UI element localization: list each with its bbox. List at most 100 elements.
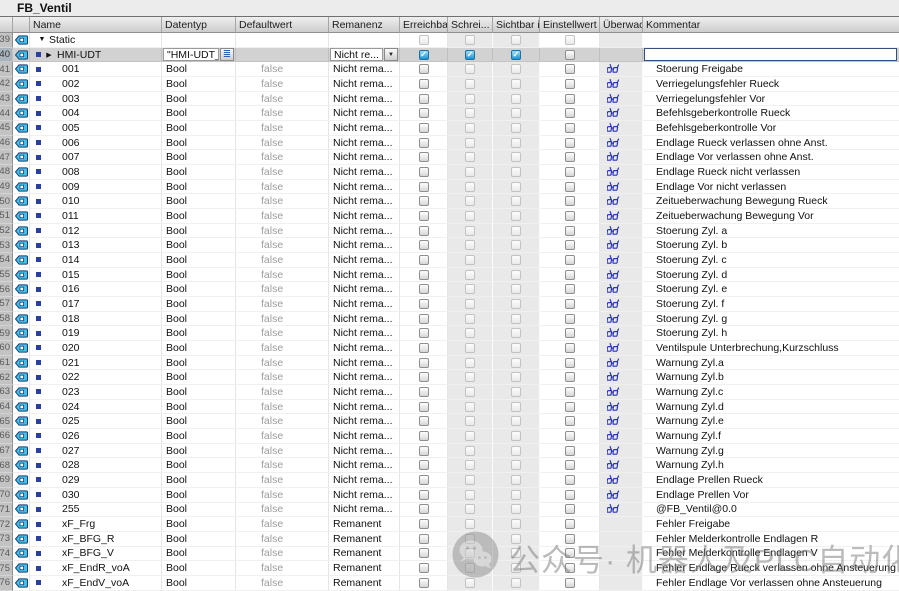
- defaultvalue-cell[interactable]: false: [236, 209, 329, 224]
- setpoint-checkbox[interactable]: [565, 226, 575, 236]
- retain-cell[interactable]: Nicht rema...: [329, 209, 400, 224]
- comment-cell[interactable]: Warnung Zyl.e: [643, 414, 899, 429]
- writable-checkbox[interactable]: [465, 548, 475, 558]
- datatype-cell[interactable]: Bool: [162, 106, 236, 121]
- accessible-checkbox[interactable]: [419, 211, 429, 221]
- setpoint-checkbox[interactable]: [565, 387, 575, 397]
- visible-checkbox[interactable]: [511, 211, 521, 221]
- defaultvalue-cell[interactable]: false: [236, 150, 329, 165]
- datatype-cell[interactable]: Bool: [162, 150, 236, 165]
- datatype-cell[interactable]: Bool: [162, 121, 236, 136]
- visible-checkbox[interactable]: [511, 328, 521, 338]
- comment-cell[interactable]: [643, 33, 899, 48]
- defaultvalue-cell[interactable]: false: [236, 429, 329, 444]
- datatype-cell[interactable]: Bool: [162, 561, 236, 576]
- expand-arrow-icon[interactable]: ▶: [41, 51, 57, 59]
- name-cell[interactable]: 029: [30, 473, 162, 488]
- defaultvalue-cell[interactable]: false: [236, 341, 329, 356]
- setpoint-checkbox[interactable]: [565, 460, 575, 470]
- name-cell[interactable]: xF_EndR_voA: [30, 561, 162, 576]
- writable-checkbox[interactable]: [465, 475, 475, 485]
- datatype-cell[interactable]: Bool: [162, 385, 236, 400]
- comment-cell[interactable]: Stoerung Zyl. c: [643, 253, 899, 268]
- datatype-cell[interactable]: Bool: [162, 517, 236, 532]
- setpoint-checkbox[interactable]: [565, 211, 575, 221]
- datatype-input[interactable]: "HMI-UDT_Ventil": [163, 48, 219, 61]
- datatype-cell[interactable]: Bool: [162, 503, 236, 518]
- setpoint-checkbox[interactable]: [565, 270, 575, 280]
- defaultvalue-cell[interactable]: false: [236, 253, 329, 268]
- defaultvalue-cell[interactable]: false: [236, 77, 329, 92]
- accessible-checkbox[interactable]: [419, 475, 429, 485]
- name-cell[interactable]: xF_BFG_R: [30, 532, 162, 547]
- defaultvalue-cell[interactable]: false: [236, 268, 329, 283]
- datatype-cell[interactable]: Bool: [162, 458, 236, 473]
- comment-cell[interactable]: Endlage Vor verlassen ohne Anst.: [643, 150, 899, 165]
- comment-cell[interactable]: Stoerung Zyl. a: [643, 224, 899, 239]
- visible-checkbox[interactable]: [511, 152, 521, 162]
- accessible-checkbox[interactable]: [419, 64, 429, 74]
- retain-cell[interactable]: Nicht rema...: [329, 312, 400, 327]
- writable-checkbox[interactable]: [465, 534, 475, 544]
- retain-cell[interactable]: Nicht re...▼: [329, 48, 400, 63]
- retain-cell[interactable]: Nicht rema...: [329, 370, 400, 385]
- visible-checkbox[interactable]: [511, 534, 521, 544]
- datatype-cell[interactable]: Bool: [162, 92, 236, 107]
- accessible-checkbox[interactable]: [419, 446, 429, 456]
- accessible-checkbox[interactable]: ✓: [419, 50, 429, 60]
- header-defaultvalue[interactable]: Defaultwert: [236, 17, 329, 33]
- name-cell[interactable]: 028: [30, 458, 162, 473]
- retain-cell[interactable]: [329, 33, 400, 48]
- writable-checkbox[interactable]: ✓: [465, 50, 475, 60]
- name-cell[interactable]: 021: [30, 356, 162, 371]
- defaultvalue-cell[interactable]: false: [236, 92, 329, 107]
- comment-cell[interactable]: Stoerung Zyl. e: [643, 282, 899, 297]
- retain-cell[interactable]: Remanent: [329, 532, 400, 547]
- header-visible[interactable]: Sichtbar i...: [493, 17, 540, 33]
- writable-checkbox[interactable]: [465, 299, 475, 309]
- comment-cell[interactable]: Stoerung Zyl. h: [643, 326, 899, 341]
- datatype-cell[interactable]: Bool: [162, 488, 236, 503]
- defaultvalue-cell[interactable]: false: [236, 444, 329, 459]
- defaultvalue-cell[interactable]: false: [236, 180, 329, 195]
- retain-cell[interactable]: Nicht rema...: [329, 400, 400, 415]
- comment-cell[interactable]: Endlage Prellen Vor: [643, 488, 899, 503]
- defaultvalue-cell[interactable]: false: [236, 238, 329, 253]
- datatype-cell[interactable]: Bool: [162, 341, 236, 356]
- retain-cell[interactable]: Nicht rema...: [329, 488, 400, 503]
- visible-checkbox[interactable]: [511, 226, 521, 236]
- setpoint-checkbox[interactable]: [565, 50, 575, 60]
- retain-cell[interactable]: Nicht rema...: [329, 341, 400, 356]
- defaultvalue-cell[interactable]: false: [236, 488, 329, 503]
- visible-checkbox[interactable]: [511, 416, 521, 426]
- setpoint-checkbox[interactable]: [565, 446, 575, 456]
- defaultvalue-cell[interactable]: false: [236, 326, 329, 341]
- visible-checkbox[interactable]: [511, 504, 521, 514]
- setpoint-checkbox[interactable]: [565, 284, 575, 294]
- setpoint-checkbox[interactable]: [565, 431, 575, 441]
- header-comment[interactable]: Kommentar: [643, 17, 899, 33]
- setpoint-checkbox[interactable]: [565, 490, 575, 500]
- name-cell[interactable]: xF_Frg: [30, 517, 162, 532]
- accessible-checkbox[interactable]: [419, 372, 429, 382]
- retain-cell[interactable]: Nicht rema...: [329, 121, 400, 136]
- writable-checkbox[interactable]: [465, 328, 475, 338]
- datatype-cell[interactable]: "HMI-UDT_Ventil"≣: [162, 48, 236, 63]
- accessible-checkbox[interactable]: [419, 123, 429, 133]
- visible-checkbox[interactable]: [511, 402, 521, 412]
- setpoint-checkbox[interactable]: [565, 519, 575, 529]
- visible-checkbox[interactable]: [511, 446, 521, 456]
- datatype-cell[interactable]: Bool: [162, 547, 236, 562]
- retain-cell[interactable]: Nicht rema...: [329, 268, 400, 283]
- comment-cell[interactable]: Verriegelungsfehler Rueck: [643, 77, 899, 92]
- writable-checkbox[interactable]: [465, 94, 475, 104]
- writable-checkbox[interactable]: [465, 196, 475, 206]
- visible-checkbox[interactable]: [511, 358, 521, 368]
- visible-checkbox[interactable]: [511, 314, 521, 324]
- retain-cell[interactable]: Nicht rema...: [329, 297, 400, 312]
- datatype-cell[interactable]: Bool: [162, 165, 236, 180]
- name-cell[interactable]: 017: [30, 297, 162, 312]
- visible-checkbox[interactable]: [511, 270, 521, 280]
- datatype-cell[interactable]: Bool: [162, 136, 236, 151]
- datatype-cell[interactable]: Bool: [162, 62, 236, 77]
